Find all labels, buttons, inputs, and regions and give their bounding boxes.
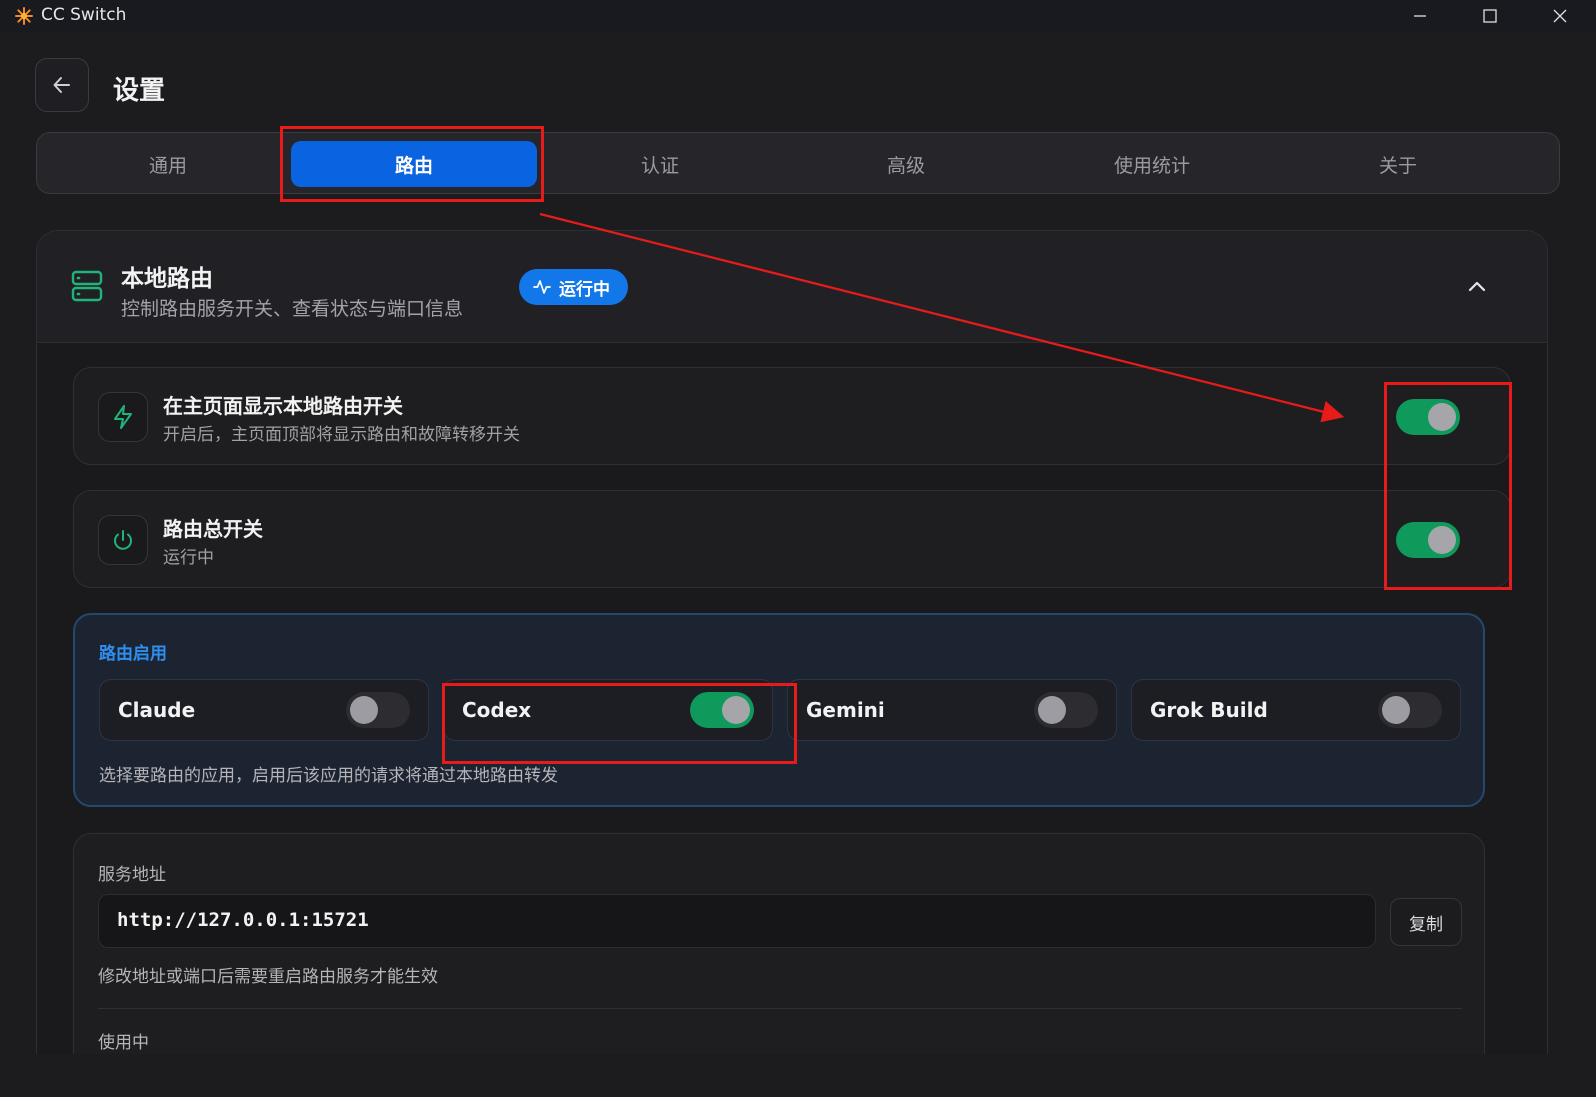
annotation-arrow [539,212,1345,423]
